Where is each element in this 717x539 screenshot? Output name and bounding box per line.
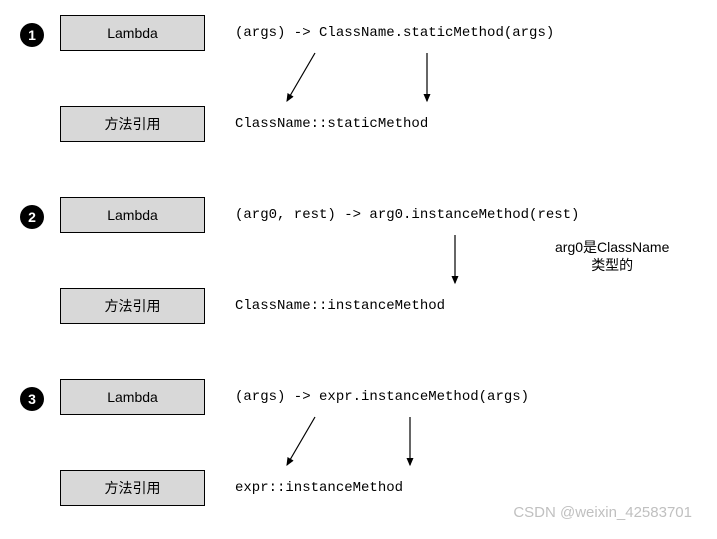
marker-circle: 2 (20, 205, 44, 229)
ref-row: 方法引用 ClassName::instanceMethod (60, 288, 697, 324)
ref-code: expr::instanceMethod (235, 480, 403, 496)
section-3: 3 Lambda (args) -> expr.instanceMethod(a… (20, 379, 697, 506)
arrows-svg (235, 415, 635, 470)
section-2: 2 Lambda (arg0, rest) -> arg0.instanceMe… (20, 197, 697, 324)
section-1: 1 Lambda (args) -> ClassName.staticMetho… (20, 15, 697, 142)
lambda-box: Lambda (60, 379, 205, 415)
lambda-code: (args) -> ClassName.staticMethod(args) (235, 25, 554, 41)
lambda-row: Lambda (args) -> expr.instanceMethod(arg… (60, 379, 697, 415)
arrow-zone: arg0是ClassName类型的 (235, 233, 697, 288)
arrow-zone (235, 415, 697, 470)
marker-circle: 3 (20, 387, 44, 411)
ref-row: 方法引用 ClassName::staticMethod (60, 106, 697, 142)
arrow-zone (235, 51, 697, 106)
note-text: arg0是ClassName类型的 (555, 238, 669, 274)
marker-circle: 1 (20, 23, 44, 47)
lambda-box: Lambda (60, 197, 205, 233)
ref-box: 方法引用 (60, 470, 205, 506)
arrows-svg (235, 51, 635, 106)
lambda-row: Lambda (arg0, rest) -> arg0.instanceMeth… (60, 197, 697, 233)
lambda-row: Lambda (args) -> ClassName.staticMethod(… (60, 15, 697, 51)
lambda-code: (arg0, rest) -> arg0.instanceMethod(rest… (235, 207, 579, 223)
watermark-text: CSDN @weixin_42583701 (513, 504, 692, 521)
lambda-box: Lambda (60, 15, 205, 51)
lambda-code: (args) -> expr.instanceMethod(args) (235, 389, 529, 405)
ref-row: 方法引用 expr::instanceMethod (60, 470, 697, 506)
ref-code: ClassName::staticMethod (235, 116, 428, 132)
ref-box: 方法引用 (60, 106, 205, 142)
ref-box: 方法引用 (60, 288, 205, 324)
ref-code: ClassName::instanceMethod (235, 298, 445, 314)
